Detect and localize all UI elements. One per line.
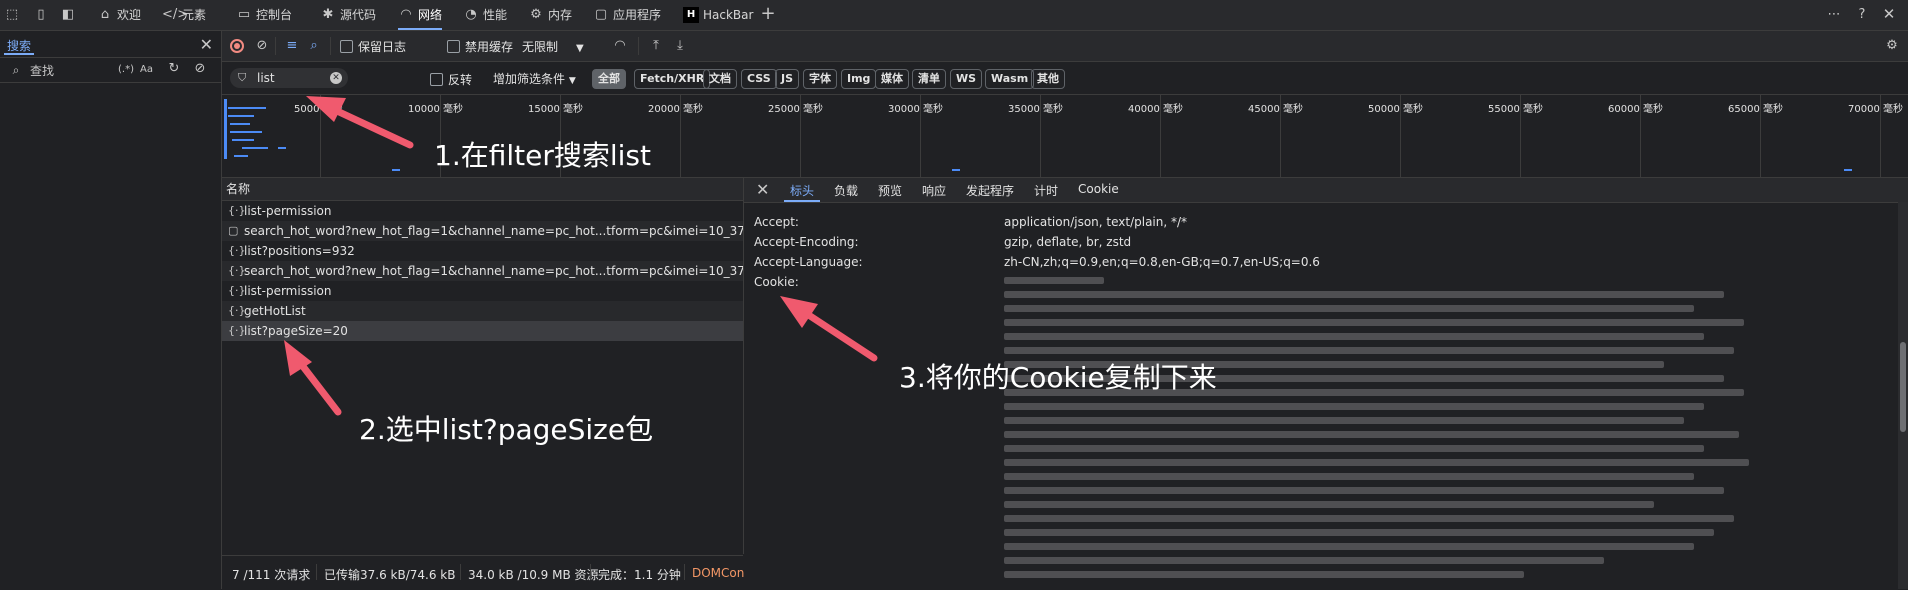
annotation-arrows — [284, 96, 878, 416]
annotation-step-2: 2.选中list?pageSize包 — [359, 413, 654, 446]
annotation-step-1: 1.在filter搜索list — [434, 139, 651, 172]
arrow-to-request — [284, 340, 342, 416]
arrow-to-filter — [306, 96, 414, 149]
arrow-to-cookie — [780, 296, 878, 362]
annotation-step-3: 3.将你的Cookie复制下来 — [899, 361, 1217, 394]
